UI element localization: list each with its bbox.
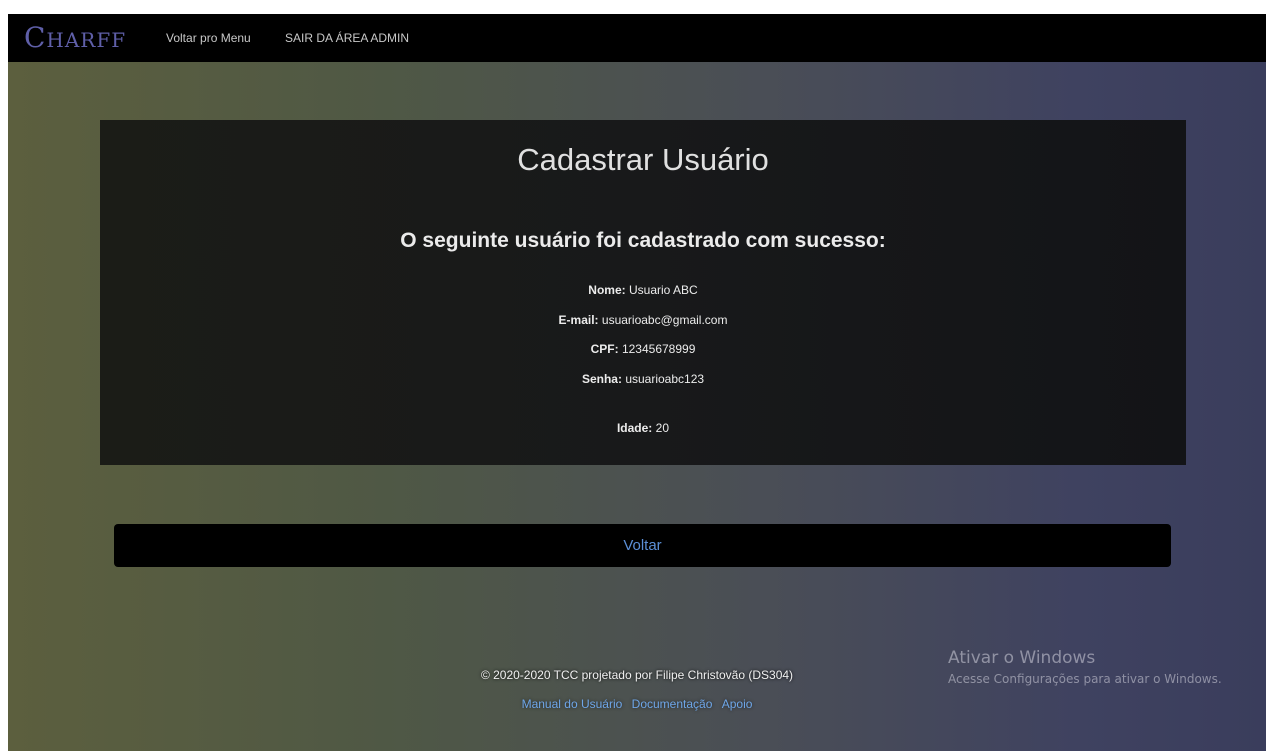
success-message: O seguinte usuário foi cadastrado com su…: [400, 229, 886, 252]
footer-link-manual[interactable]: Manual do Usuário: [522, 697, 623, 711]
brand-logo[interactable]: Charff: [24, 22, 126, 54]
nav-link-back-to-menu[interactable]: Voltar pro Menu: [166, 30, 251, 46]
footer-link-docs[interactable]: Documentação: [632, 697, 713, 711]
field-idade: Idade: 20: [100, 420, 1186, 436]
field-value: usuarioabc@gmail.com: [601, 313, 728, 327]
back-button[interactable]: Voltar: [114, 524, 1171, 567]
footer-links: Manual do Usuário Documentação Apoio: [8, 696, 1266, 712]
field-label: Senha:: [581, 372, 622, 386]
field-label: Nome:: [588, 283, 626, 297]
field-label: Idade:: [616, 421, 653, 435]
field-label: E-mail:: [558, 313, 599, 327]
field-value: 20: [655, 421, 670, 435]
field-label: CPF:: [590, 342, 619, 356]
footer-link-support[interactable]: Apoio: [722, 697, 753, 711]
windows-activation-subtitle: Acesse Configurações para ativar o Windo…: [948, 672, 1222, 686]
registration-result-card: Cadastrar Usuário O seguinte usuário foi…: [100, 120, 1186, 465]
windows-activation-title: Ativar o Windows: [948, 648, 1096, 668]
top-navbar: Charff Voltar pro Menu SAIR DA ÁREA ADMI…: [8, 14, 1266, 62]
page-title: Cadastrar Usuário: [517, 142, 769, 177]
field-value: usuarioabc123: [625, 372, 705, 386]
field-value: Usuario ABC: [628, 283, 698, 297]
page: Charff Voltar pro Menu SAIR DA ÁREA ADMI…: [0, 0, 1266, 751]
main-area: Cadastrar Usuário O seguinte usuário foi…: [8, 62, 1266, 751]
field-nome: Nome: Usuario ABC: [100, 282, 1186, 298]
field-cpf: CPF: 12345678999: [100, 341, 1186, 357]
field-senha: Senha: usuarioabc123: [100, 371, 1186, 387]
field-value: 12345678999: [621, 342, 696, 356]
field-email: E-mail: usuarioabc@gmail.com: [100, 312, 1186, 328]
nav-link-exit-admin[interactable]: SAIR DA ÁREA ADMIN: [285, 30, 409, 46]
